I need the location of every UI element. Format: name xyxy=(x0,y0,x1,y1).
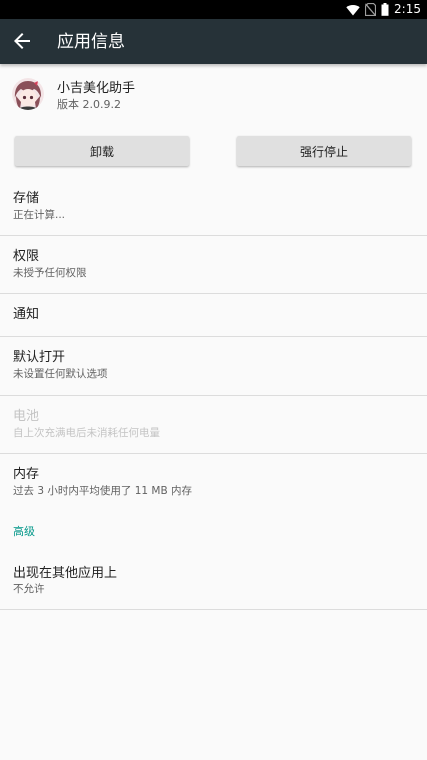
app-icon xyxy=(12,78,44,110)
status-bar: 2:15 xyxy=(0,0,427,19)
settings-item-summary: 未授予任何权限 xyxy=(13,267,87,279)
settings-item-notifications[interactable]: 通知 xyxy=(0,294,427,336)
settings-item-open-by-default[interactable]: 默认打开 未设置任何默认选项 xyxy=(0,337,427,395)
wifi-icon xyxy=(346,4,360,15)
settings-item-summary: 正在计算... xyxy=(13,209,66,221)
app-name: 小吉美化助手 xyxy=(57,81,136,96)
arrow-back-icon[interactable] xyxy=(10,29,34,53)
settings-item-title: 电池 xyxy=(13,409,40,424)
settings-item-draw-over-apps[interactable]: 出现在其他应用上 不允许 xyxy=(0,553,427,609)
divider xyxy=(0,609,427,610)
force-stop-button[interactable]: 强行停止 xyxy=(237,136,411,166)
settings-item-title: 出现在其他应用上 xyxy=(13,566,118,581)
settings-item-title: 通知 xyxy=(13,307,40,322)
app-bar: 应用信息 xyxy=(0,19,427,64)
battery-icon xyxy=(381,3,389,16)
settings-item-title: 存储 xyxy=(13,191,40,206)
settings-item-memory[interactable]: 内存 过去 3 小时内平均使用了 11 MB 内存 xyxy=(0,454,427,510)
settings-item-summary: 未设置任何默认选项 xyxy=(13,368,108,380)
settings-item-summary: 自上次充满电后未消耗任何电量 xyxy=(13,427,160,439)
settings-item-title: 默认打开 xyxy=(13,350,66,365)
settings-item-storage[interactable]: 存储 正在计算... xyxy=(0,182,427,235)
no-sim-icon xyxy=(365,3,377,16)
uninstall-button[interactable]: 卸载 xyxy=(15,136,189,166)
settings-item-title: 权限 xyxy=(13,249,40,264)
settings-item-title: 内存 xyxy=(13,467,40,482)
settings-item-summary: 过去 3 小时内平均使用了 11 MB 内存 xyxy=(13,485,192,497)
status-icons: 2:15 xyxy=(346,2,421,17)
page-title: 应用信息 xyxy=(57,32,125,52)
settings-item-battery: 电池 自上次充满电后未消耗任何电量 xyxy=(0,396,427,453)
section-header-advanced: 高级 xyxy=(13,525,35,538)
app-version: 版本 2.0.9.2 xyxy=(57,98,121,111)
app-header: 小吉美化助手 版本 2.0.9.2 xyxy=(0,74,427,122)
settings-item-permissions[interactable]: 权限 未授予任何权限 xyxy=(0,236,427,293)
settings-item-summary: 不允许 xyxy=(13,583,45,595)
clock: 2:15 xyxy=(394,2,421,16)
